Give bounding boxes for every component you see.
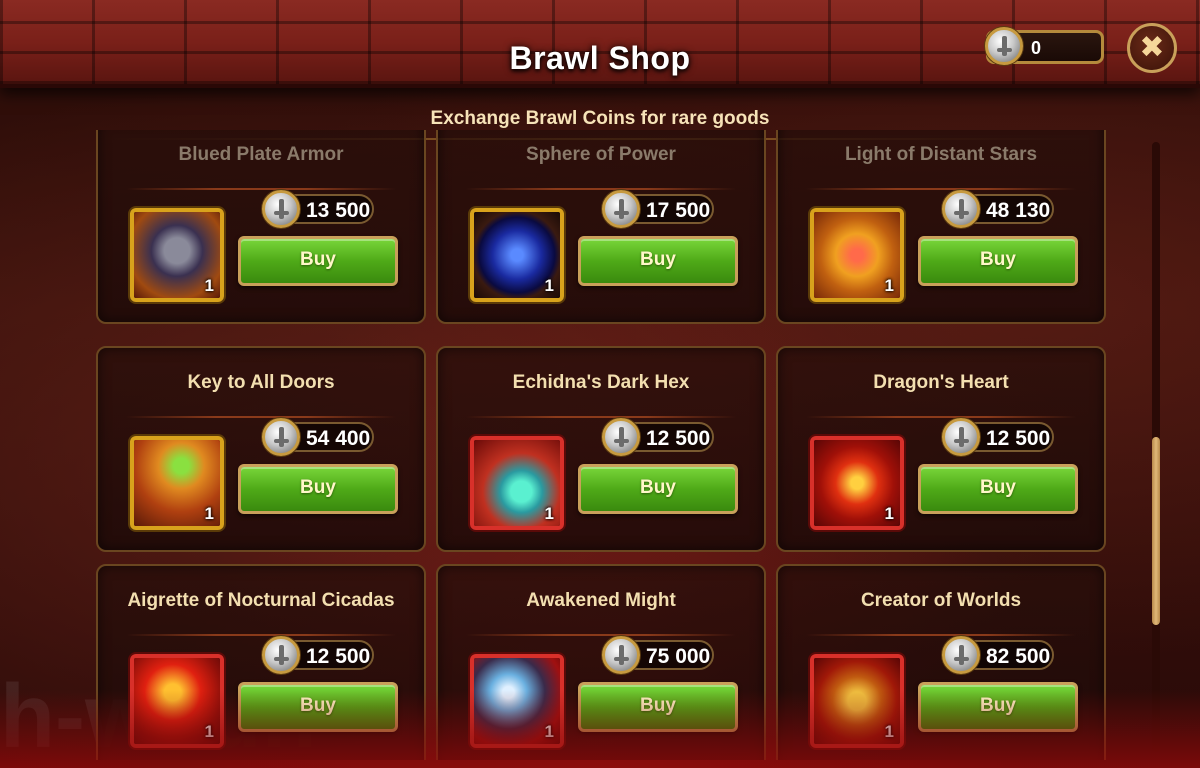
price-tag: 12 500 bbox=[262, 636, 374, 674]
shop-item-card: Key to All Doors 1 54 400 Buy bbox=[96, 346, 426, 552]
item-slot[interactable]: 1 bbox=[810, 208, 904, 302]
brawl-coin-icon bbox=[985, 27, 1023, 65]
item-slot[interactable]: 1 bbox=[130, 208, 224, 302]
buy-button[interactable]: Buy bbox=[238, 682, 398, 732]
item-name: Key to All Doors bbox=[187, 372, 335, 393]
coin-balance-value: 0 bbox=[1031, 38, 1042, 58]
brawl-coin-icon bbox=[602, 636, 640, 674]
price-tag: 48 130 bbox=[942, 190, 1054, 228]
brawl-coin-icon bbox=[602, 190, 640, 228]
divider bbox=[806, 416, 1076, 418]
item-slot[interactable]: 1 bbox=[470, 654, 564, 748]
price-value: 12 500 bbox=[306, 645, 371, 668]
buy-button[interactable]: Buy bbox=[578, 682, 738, 732]
item-quantity: 1 bbox=[544, 722, 554, 741]
item-quantity: 1 bbox=[884, 276, 894, 295]
price-value: 54 400 bbox=[306, 427, 371, 450]
price-tag: 12 500 bbox=[602, 418, 714, 456]
shop-item-card: Awakened Might 1 75 000 Buy bbox=[436, 564, 766, 760]
price-tag: 82 500 bbox=[942, 636, 1054, 674]
shop-item-card: Blued Plate Armor 1 13 500 Buy bbox=[96, 130, 426, 324]
item-slot[interactable]: 1 bbox=[130, 654, 224, 748]
item-quantity: 1 bbox=[204, 504, 214, 523]
scroll-thumb[interactable] bbox=[1152, 437, 1160, 625]
item-name: Echidna's Dark Hex bbox=[512, 372, 690, 393]
price-value: 82 500 bbox=[986, 645, 1051, 668]
divider bbox=[466, 188, 736, 190]
coin-balance: 0 bbox=[985, 27, 1104, 65]
brawl-coin-icon bbox=[942, 636, 980, 674]
price-tag: 12 500 bbox=[942, 418, 1054, 456]
buy-button[interactable]: Buy bbox=[238, 236, 398, 286]
price-value: 75 000 bbox=[646, 645, 711, 668]
item-name: Awakened Might bbox=[526, 590, 676, 611]
item-quantity: 1 bbox=[204, 722, 214, 741]
buy-button[interactable]: Buy bbox=[918, 464, 1078, 514]
item-name: Light of Distant Stars bbox=[844, 144, 1038, 165]
item-slot[interactable]: 1 bbox=[810, 436, 904, 530]
divider bbox=[126, 634, 396, 636]
brawl-coin-icon bbox=[942, 418, 980, 456]
item-name: Dragon's Heart bbox=[873, 372, 1009, 393]
buy-button[interactable]: Buy bbox=[578, 464, 738, 514]
brawl-coin-icon bbox=[262, 636, 300, 674]
item-slot[interactable]: 1 bbox=[810, 654, 904, 748]
brawl-coin-icon bbox=[262, 418, 300, 456]
price-tag: 17 500 bbox=[602, 190, 714, 228]
item-slot[interactable]: 1 bbox=[130, 436, 224, 530]
shop-item-card: Dragon's Heart 1 12 500 Buy bbox=[776, 346, 1106, 552]
brawl-coin-icon bbox=[262, 190, 300, 228]
divider bbox=[126, 188, 396, 190]
shop-subtitle: Exchange Brawl Coins for rare goods bbox=[430, 108, 770, 129]
divider bbox=[466, 634, 736, 636]
item-quantity: 1 bbox=[204, 276, 214, 295]
shop-item-card: Echidna's Dark Hex 1 12 500 Buy bbox=[436, 346, 766, 552]
buy-button[interactable]: Buy bbox=[238, 464, 398, 514]
item-name: Sphere of Power bbox=[526, 144, 676, 165]
divider bbox=[806, 634, 1076, 636]
item-quantity: 1 bbox=[544, 504, 554, 523]
price-tag: 13 500 bbox=[262, 190, 374, 228]
item-quantity: 1 bbox=[884, 504, 894, 523]
scrollbar[interactable] bbox=[1152, 142, 1160, 752]
price-value: 48 130 bbox=[986, 199, 1051, 222]
item-name: Aigrette of Nocturnal Cicadas bbox=[127, 590, 395, 611]
price-value: 13 500 bbox=[306, 199, 371, 222]
buy-button[interactable]: Buy bbox=[918, 236, 1078, 286]
price-value: 12 500 bbox=[986, 427, 1051, 450]
close-button[interactable]: ✖ bbox=[1127, 23, 1177, 73]
shop-item-card: Aigrette of Nocturnal Cicadas 1 12 500 B… bbox=[96, 564, 426, 760]
divider bbox=[466, 416, 736, 418]
divider bbox=[126, 416, 396, 418]
brawl-coin-icon bbox=[602, 418, 640, 456]
item-slot[interactable]: 1 bbox=[470, 208, 564, 302]
shop-item-card: Light of Distant Stars 1 48 130 Buy bbox=[776, 130, 1106, 324]
divider bbox=[806, 188, 1076, 190]
shop-item-card: Creator of Worlds 1 82 500 Buy bbox=[776, 564, 1106, 760]
buy-button[interactable]: Buy bbox=[578, 236, 738, 286]
item-quantity: 1 bbox=[544, 276, 554, 295]
shop-item-card: Sphere of Power 1 17 500 Buy bbox=[436, 130, 766, 324]
buy-button[interactable]: Buy bbox=[918, 682, 1078, 732]
item-slot[interactable]: 1 bbox=[470, 436, 564, 530]
item-name: Creator of Worlds bbox=[860, 590, 1022, 611]
item-quantity: 1 bbox=[884, 722, 894, 741]
price-value: 12 500 bbox=[646, 427, 711, 450]
brawl-coin-icon bbox=[942, 190, 980, 228]
price-tag: 75 000 bbox=[602, 636, 714, 674]
item-name: Blued Plate Armor bbox=[178, 144, 344, 165]
price-value: 17 500 bbox=[646, 199, 711, 222]
price-tag: 54 400 bbox=[262, 418, 374, 456]
shop-grid: Blued Plate Armor 1 13 500 Buy Sphere of… bbox=[96, 130, 1106, 760]
